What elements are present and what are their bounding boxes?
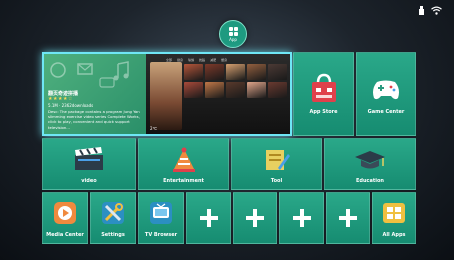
video-thumbnail: [205, 82, 224, 98]
video-thumbnail: [268, 82, 287, 98]
preview-thumbnails: [184, 64, 287, 98]
gamepad-icon: [373, 80, 399, 100]
video-thumbnail: [184, 64, 203, 80]
settings-label: Settings: [101, 232, 125, 238]
graduation-cap-icon: [355, 151, 385, 169]
settings-tile[interactable]: Settings: [90, 192, 136, 244]
preview-poster: [150, 62, 182, 130]
app-menu-label: App: [229, 37, 237, 42]
video-thumbnail: [184, 82, 203, 98]
media-center-tile[interactable]: Media Center: [42, 192, 88, 244]
featured-meta: 5.1M · 2362downloads: [48, 103, 94, 108]
video-thumbnail: [226, 64, 245, 80]
featured-preview: 全部 健身 瑜伽 舞蹈 减肥 塑身 2℃: [146, 54, 290, 134]
video-label: video: [81, 178, 97, 184]
video-tab: 舞蹈: [199, 58, 206, 62]
usb-icon: [418, 6, 425, 15]
tool-tile[interactable]: Tool: [231, 138, 322, 190]
status-bar: [418, 6, 442, 15]
tv-icon: [150, 202, 172, 224]
app-menu-button[interactable]: App: [219, 20, 247, 48]
featured-info-panel: 翻页奇迹拼播 ★★★★☆ 5.1M · 2362downloads Desc: …: [44, 54, 146, 134]
preview-caption: 2℃: [150, 126, 158, 131]
party-hat-icon: [172, 147, 195, 172]
video-tab: 塑身: [221, 58, 228, 62]
decorative-icons: [50, 61, 129, 88]
video-thumbnail: [247, 82, 266, 98]
featured-description: Desc: The package contains a program Jun…: [48, 109, 140, 130]
add-app-tile-2[interactable]: [233, 192, 277, 244]
play-icon: [54, 202, 76, 224]
game-center-tile[interactable]: Game Center: [356, 52, 416, 136]
media-center-label: Media Center: [46, 232, 84, 238]
tv-browser-tile[interactable]: TV Browser: [138, 192, 184, 244]
all-apps-tile[interactable]: All Apps: [372, 192, 416, 244]
featured-recommendation[interactable]: 翻页奇迹拼播 ★★★★☆ 5.1M · 2362downloads Desc: …: [42, 52, 292, 136]
shopping-bag-icon: [311, 73, 336, 102]
plus-icon: [292, 209, 311, 227]
plus-icon: [199, 209, 218, 227]
add-app-tile-4[interactable]: [326, 192, 370, 244]
wifi-icon: [431, 6, 442, 15]
app-store-tile[interactable]: App Store: [293, 52, 354, 136]
add-app-tile-1[interactable]: [186, 192, 231, 244]
all-apps-label: All Apps: [382, 232, 406, 238]
video-thumbnail: [268, 64, 287, 80]
featured-rating: ★★★★☆: [48, 96, 73, 102]
video-thumbnail: [247, 64, 266, 80]
tools-icon: [102, 202, 124, 224]
entertainment-label: Entertainment: [163, 178, 204, 184]
tool-label: Tool: [270, 178, 283, 184]
video-thumbnail: [226, 82, 245, 98]
grid-icon: [228, 27, 238, 36]
app-store-label: App Store: [309, 109, 338, 115]
game-center-label: Game Center: [367, 109, 405, 115]
education-tile[interactable]: Education: [324, 138, 416, 190]
app-grid-icon: [383, 203, 405, 223]
video-tile[interactable]: video: [42, 138, 136, 190]
tv-browser-label: TV Browser: [144, 232, 178, 238]
plus-icon: [339, 209, 357, 227]
education-label: Education: [356, 178, 384, 184]
video-tab: 减肥: [210, 58, 217, 62]
clapperboard-icon: [75, 147, 103, 170]
plus-icon: [246, 209, 264, 227]
add-app-tile-3[interactable]: [279, 192, 324, 244]
entertainment-tile[interactable]: Entertainment: [138, 138, 229, 190]
notebook-pencil-icon: [265, 150, 290, 170]
video-tab: 瑜伽: [188, 58, 195, 62]
video-thumbnail: [205, 64, 224, 80]
